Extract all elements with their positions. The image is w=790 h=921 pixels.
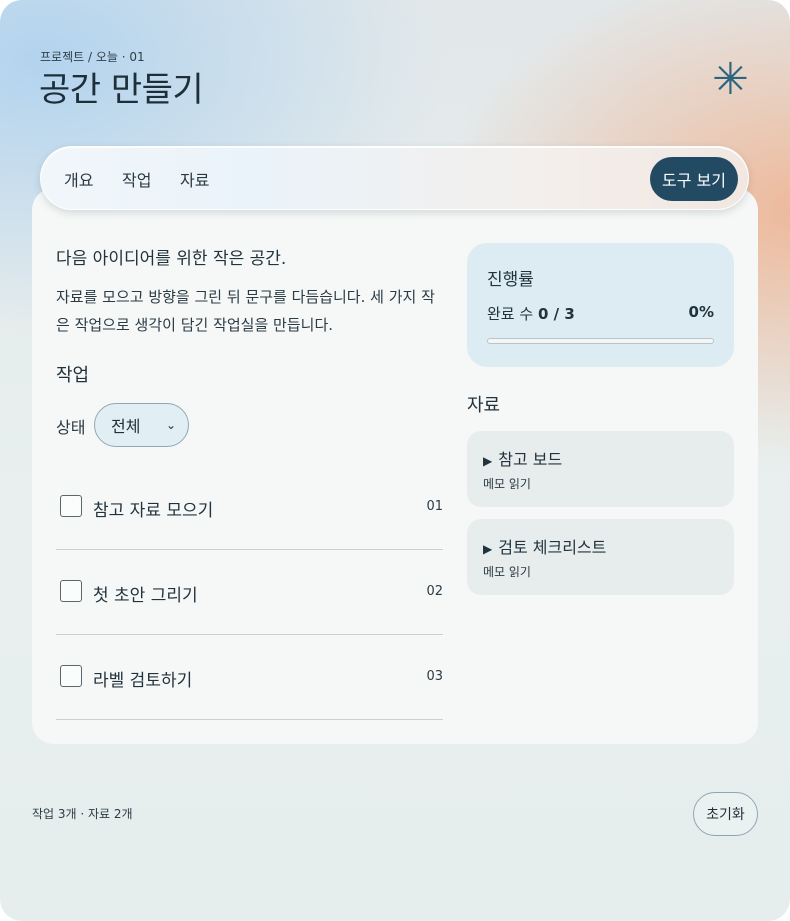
task-label: 라벨 검토하기 xyxy=(93,671,193,691)
task-number: 03 xyxy=(426,669,443,684)
task-checkbox[interactable] xyxy=(60,495,82,517)
task-checkbox[interactable] xyxy=(60,665,82,687)
task-number: 02 xyxy=(426,584,443,599)
nav-link-tasks[interactable]: 작업 xyxy=(122,167,151,191)
resource-title-text: 검토 체크리스트 xyxy=(498,538,607,557)
footer-summary: 작업 3개 · 자료 2개 xyxy=(32,807,133,821)
task-row: 첫 초안 그리기 02 xyxy=(56,550,443,635)
resource-title: ▶ 검토 체크리스트 xyxy=(483,534,606,558)
disclosure-triangle-icon: ▶ xyxy=(483,454,493,468)
chevron-down-icon: ⌄ xyxy=(165,418,176,432)
progress-percent: 0% xyxy=(688,303,714,321)
reset-button[interactable]: 초기화 xyxy=(693,792,758,836)
progress-card: 진행률 완료 수 0 / 3 0% xyxy=(467,243,734,367)
resource-title-text: 참고 보드 xyxy=(498,450,563,469)
progress-title: 진행률 xyxy=(487,270,534,290)
nav-link-resources[interactable]: 자료 xyxy=(180,167,209,191)
task-row: 라벨 검토하기 03 xyxy=(56,635,443,720)
completed-count-value: 0 / 3 xyxy=(537,305,575,323)
resource-note-link: 메모 읽기 xyxy=(483,565,531,579)
status-filter-select[interactable]: 전체 ⌄ xyxy=(94,403,189,447)
task-label: 참고 자료 모으기 xyxy=(93,501,214,521)
completed-count-label: 완료 수 xyxy=(487,305,534,323)
task-row: 참고 자료 모으기 01 xyxy=(56,465,443,550)
intro-description: 자료를 모으고 방향을 그린 뒤 문구를 다듬습니다. 세 가지 작은 작업으로… xyxy=(56,288,435,334)
resource-title: ▶ 참고 보드 xyxy=(483,446,562,470)
completed-count: 완료 수 0 / 3 xyxy=(487,303,575,324)
resources-section-title: 자료 xyxy=(467,395,501,416)
resource-card[interactable]: ▶ 참고 보드 메모 읽기 xyxy=(467,431,734,507)
status-filter-value: 전체 xyxy=(111,417,141,436)
page-title: 공간 만들기 xyxy=(39,70,204,110)
intro-heading: 다음 아이디어를 위한 작은 공간. xyxy=(56,249,287,269)
task-number: 01 xyxy=(426,499,443,514)
task-checkbox[interactable] xyxy=(60,580,82,602)
app-window: 프로젝트 / 오늘 · 01 공간 만들기 ✳ 개요 작업 자료 도구 보기 다… xyxy=(0,0,790,921)
task-label: 첫 초안 그리기 xyxy=(93,586,198,606)
nav-link-overview[interactable]: 개요 xyxy=(64,167,93,191)
asterisk-icon: ✳ xyxy=(712,54,749,105)
disclosure-triangle-icon: ▶ xyxy=(483,542,493,556)
resource-note-link: 메모 읽기 xyxy=(483,477,531,491)
resource-card[interactable]: ▶ 검토 체크리스트 메모 읽기 xyxy=(467,519,734,595)
tasks-section-title: 작업 xyxy=(56,365,90,386)
status-filter-label: 상태 xyxy=(56,418,86,437)
progress-bar xyxy=(487,338,714,344)
top-navbar: 개요 작업 자료 도구 보기 xyxy=(40,146,749,210)
view-tools-button[interactable]: 도구 보기 xyxy=(650,157,738,201)
